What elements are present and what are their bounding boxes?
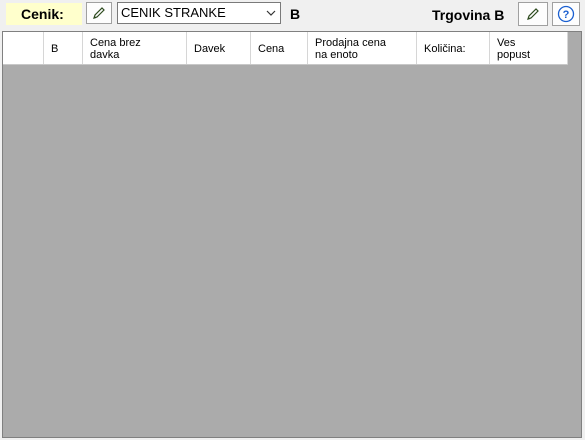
svg-text:?: ? bbox=[563, 9, 570, 21]
cenik-label: Cenik: bbox=[6, 3, 82, 25]
column-header-davek[interactable]: Davek bbox=[187, 32, 251, 64]
pencil-icon bbox=[93, 7, 105, 19]
cenik-code: B bbox=[290, 6, 301, 22]
column-header-cena[interactable]: Cena bbox=[251, 32, 308, 64]
column-header-b[interactable]: B bbox=[44, 32, 83, 64]
chevron-down-icon bbox=[266, 10, 276, 16]
cenik-select[interactable]: CENIK STRANKE bbox=[117, 2, 281, 24]
help-icon: ? bbox=[557, 5, 575, 23]
cenik-select-value: CENIK STRANKE bbox=[121, 5, 226, 20]
column-header-cena-brez-davka[interactable]: Cena brez davka bbox=[83, 32, 187, 64]
grid-header: B Cena brez davka Davek Cena Prodajna ce… bbox=[3, 32, 568, 65]
store-edit-button[interactable] bbox=[518, 2, 548, 26]
toolbar: Cenik: CENIK STRANKE B Trgovina B ? bbox=[0, 0, 585, 29]
store-label: Trgovina B bbox=[432, 7, 505, 23]
pencil-icon bbox=[527, 8, 539, 20]
column-header-row-indicator[interactable] bbox=[3, 32, 44, 64]
items-grid[interactable]: B Cena brez davka Davek Cena Prodajna ce… bbox=[2, 31, 582, 438]
help-button[interactable]: ? bbox=[552, 2, 580, 26]
cenik-edit-button[interactable] bbox=[86, 2, 112, 24]
column-header-ves-popust[interactable]: Ves popust bbox=[490, 32, 568, 64]
column-header-kolicina[interactable]: Količina: bbox=[417, 32, 490, 64]
column-header-prodajna-cena[interactable]: Prodajna cena na enoto bbox=[308, 32, 417, 64]
